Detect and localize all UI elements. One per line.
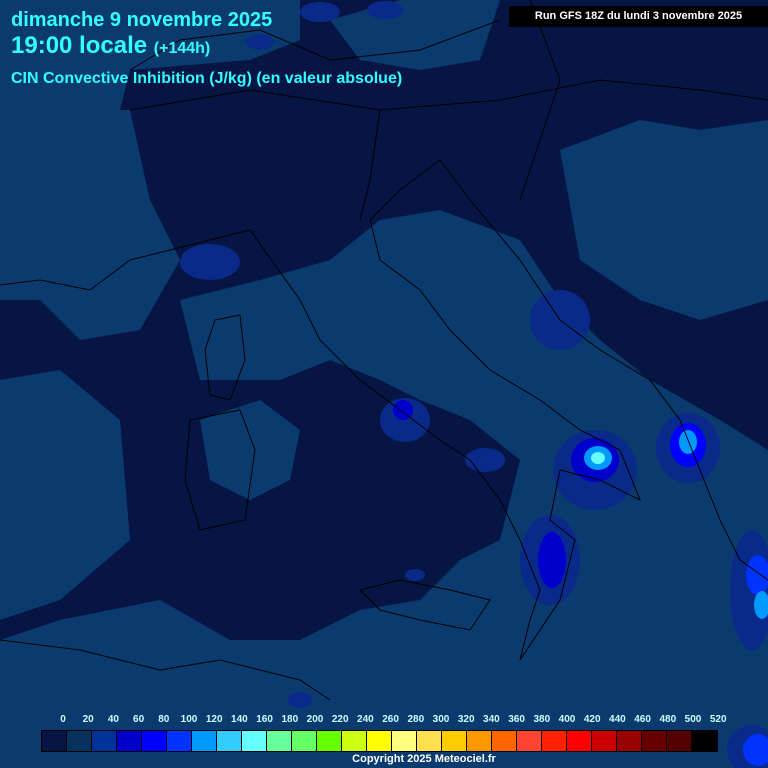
legend-swatch: [217, 731, 242, 751]
legend-swatch: [192, 731, 217, 751]
legend-swatch: [592, 731, 617, 751]
legend-swatch: [117, 731, 142, 751]
legend-label: 220: [331, 714, 349, 725]
legend-label: 360: [508, 714, 525, 725]
legend-swatch: [517, 731, 542, 751]
legend-swatch: [92, 731, 117, 751]
parameter-title: CIN Convective Inhibition (J/kg) (en val…: [11, 70, 403, 87]
legend-swatch: [542, 731, 567, 751]
legend-label: 320: [457, 714, 475, 725]
legend-swatch: [442, 731, 467, 751]
legend-label: 400: [558, 714, 576, 725]
legend-label: 340: [483, 714, 500, 725]
legend-swatch: [317, 731, 342, 751]
legend-swatch: [567, 731, 592, 751]
legend-swatch: [642, 731, 667, 751]
legend-swatch: [267, 731, 292, 751]
legend-label: 60: [133, 714, 145, 725]
legend-swatch: [467, 731, 492, 751]
legend-swatch: [692, 731, 717, 751]
legend-swatch: [492, 731, 517, 751]
forecast-date: dimanche 9 novembre 2025: [11, 9, 273, 31]
legend-swatch: [67, 731, 92, 751]
legend-swatch: [392, 731, 417, 751]
legend-swatch: [667, 731, 692, 751]
local-time: 19:00 locale: [11, 32, 148, 59]
legend-swatch: [342, 731, 367, 751]
legend-label: 160: [256, 714, 273, 725]
legend-swatch: [292, 731, 317, 751]
legend-swatch: [242, 731, 267, 751]
legend-swatch: [617, 731, 642, 751]
legend-swatch: [417, 731, 442, 751]
legend-labels: 0 20 40 60 80 100 120 140 160 180 200 220 240 260 280 3…: [0, 714, 768, 728]
legend-label: 280: [407, 714, 425, 725]
legend-label: 520: [709, 714, 727, 725]
cin-map: [0, 0, 768, 768]
legend-label: 500: [684, 714, 702, 725]
legend-label: 480: [659, 714, 677, 725]
legend-label: 180: [281, 714, 299, 725]
legend-label: 100: [180, 714, 198, 725]
legend-label: 440: [609, 714, 626, 725]
legend-label: 120: [205, 714, 223, 725]
legend-swatch: [167, 731, 192, 751]
legend-label: 20: [82, 714, 94, 725]
legend-label: 140: [231, 714, 248, 725]
run-info: Run GFS 18Z du lundi 3 novembre 2025: [509, 6, 768, 27]
forecast-time: 19:00 locale (+144h): [11, 32, 210, 60]
legend-label: 300: [432, 714, 450, 725]
lead-time: (+144h): [153, 40, 211, 57]
weather-map-panel: dimanche 9 novembre 2025 19:00 locale (+…: [0, 0, 768, 768]
legend-label: 260: [382, 714, 399, 725]
legend-label: 240: [357, 714, 374, 725]
legend-label: 420: [583, 714, 601, 725]
legend-label: 0: [60, 714, 66, 725]
legend-swatch: [367, 731, 392, 751]
legend-label: 40: [107, 714, 119, 725]
legend-label: 380: [533, 714, 551, 725]
legend-label: 460: [634, 714, 651, 725]
legend-colorbar: [41, 730, 718, 752]
legend-label: 80: [158, 714, 170, 725]
legend-swatch: [42, 731, 67, 751]
legend-label: 200: [306, 714, 324, 725]
copyright: Copyright 2025 Meteociel.fr: [352, 753, 496, 765]
legend-swatch: [142, 731, 167, 751]
